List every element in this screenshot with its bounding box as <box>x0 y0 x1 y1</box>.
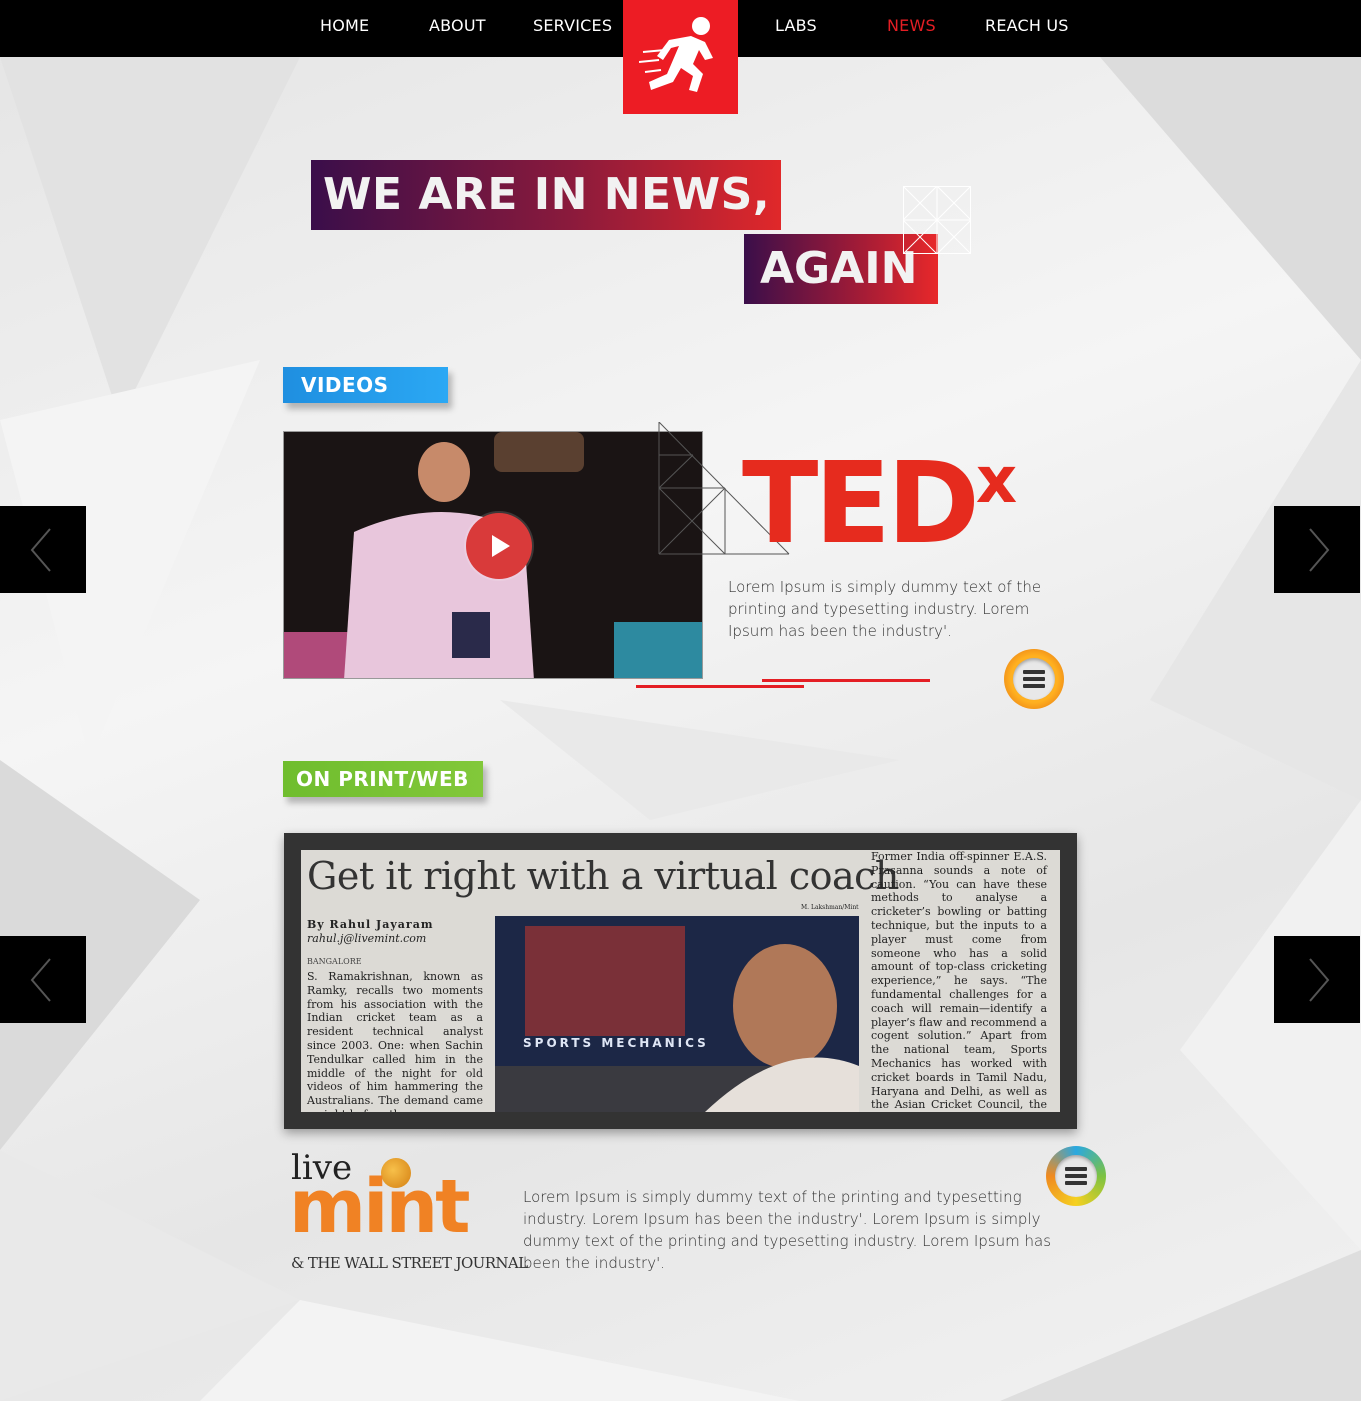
print-menu-button[interactable] <box>1046 1146 1106 1206</box>
running-man-icon <box>638 17 713 92</box>
livemint-tagline: & THE WALL STREET JOURNAL <box>291 1254 528 1272</box>
video-player[interactable] <box>283 431 703 679</box>
article-photo: SPORTS MECHANICS <box>495 916 859 1112</box>
article-column-right: Former India off-spinner E.A.S. Prasanna… <box>871 850 1047 1112</box>
section-tag-videos: VIDEOS <box>283 367 448 403</box>
nav-labs[interactable]: LABS <box>775 16 817 35</box>
article-email: rahul.j@livemint.com <box>307 932 427 945</box>
article-dateline: BANGALORE <box>307 957 362 966</box>
videos-next-button[interactable] <box>1274 506 1360 593</box>
livemint-mint-text: mint <box>289 1164 471 1250</box>
nav-reach-us[interactable]: REACH US <box>985 16 1069 35</box>
print-next-button[interactable] <box>1274 936 1360 1023</box>
chevron-right-icon <box>1309 527 1330 572</box>
livemint-logo: live mint & THE WALL STREET JOURNAL <box>289 1148 528 1273</box>
chevron-right-icon <box>1309 957 1330 1002</box>
article-column-left: S. Ramakrishnan, known as Ramky, recalls… <box>307 970 483 1112</box>
nav-about[interactable]: ABOUT <box>429 16 486 35</box>
video-description: Lorem Ipsum is simply dummy text of the … <box>728 578 1042 640</box>
article-headline: Get it right with a virtual coach <box>307 854 899 898</box>
grid-decoration <box>903 186 971 254</box>
news-clipping: Get it right with a virtual coach By Rah… <box>301 850 1060 1112</box>
video-menu-button[interactable] <box>1004 649 1064 709</box>
news-clipping-frame[interactable]: Get it right with a virtual coach By Rah… <box>284 833 1077 1129</box>
nav-services[interactable]: SERVICES <box>533 16 612 35</box>
article-photo-image <box>495 916 859 1112</box>
tedx-logo: TEDx <box>742 448 1017 560</box>
play-button[interactable] <box>466 513 532 579</box>
button-inner <box>1013 658 1055 700</box>
hero-title-line1: WE ARE IN NEWS, <box>311 160 781 230</box>
menu-icon <box>1023 670 1045 688</box>
logo[interactable] <box>623 0 738 114</box>
photo-sign-text: SPORTS MECHANICS <box>523 1036 709 1050</box>
chevron-left-icon <box>30 527 51 572</box>
divider-line <box>636 685 804 688</box>
photo-credit: M. Lakshman/Mint <box>801 904 859 911</box>
print-description: Lorem Ipsum is simply dummy text of the … <box>523 1188 1052 1272</box>
menu-icon <box>1065 1167 1087 1185</box>
tedx-brand: TED <box>742 439 980 569</box>
tedx-brand-sup: x <box>975 444 1018 518</box>
article-byline: By Rahul Jayaram <box>307 918 434 931</box>
chevron-left-icon <box>30 957 51 1002</box>
play-icon <box>492 535 510 557</box>
nav-home[interactable]: HOME <box>320 16 369 35</box>
section-tag-print-web: ON PRINT/WEB <box>283 761 483 797</box>
print-prev-button[interactable] <box>0 936 86 1023</box>
nav-news[interactable]: NEWS <box>887 16 936 35</box>
button-inner <box>1055 1155 1097 1197</box>
videos-prev-button[interactable] <box>0 506 86 593</box>
divider-line <box>762 679 930 682</box>
